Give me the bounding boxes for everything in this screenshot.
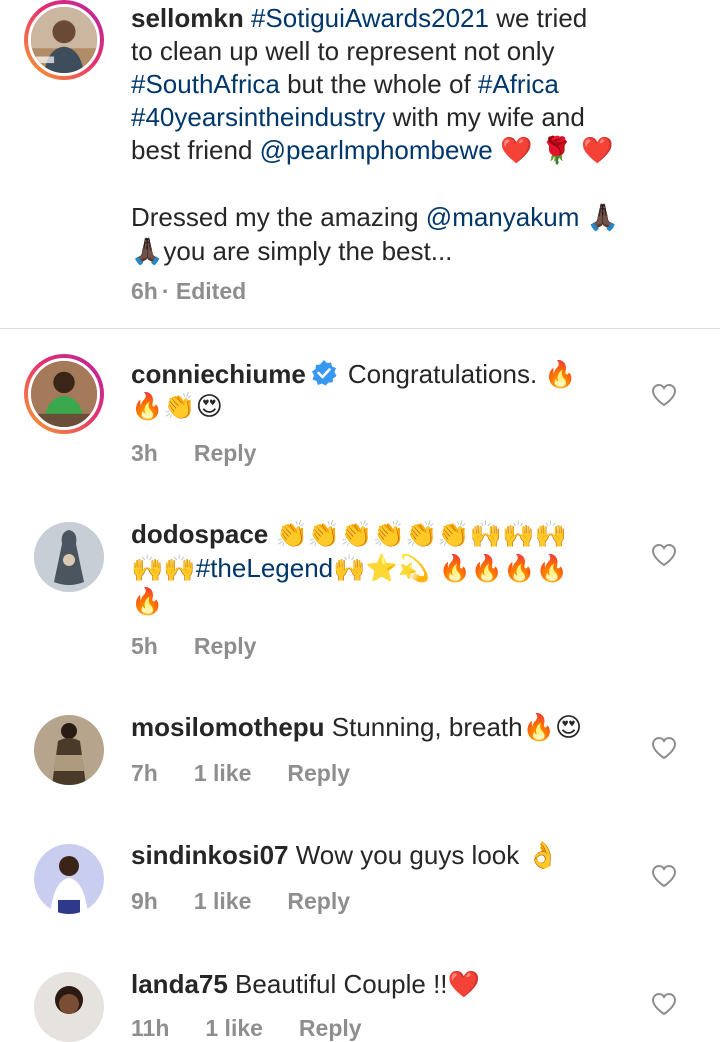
avatar-photo [31,7,97,73]
mention-pearlmphombewe[interactable]: @pearlmphombewe [260,135,493,165]
comment-emoji: 🙌⭐💫 🔥🔥🔥🔥 [333,554,569,584]
caption-segment: Dressed my the amazing [131,202,426,232]
comment-likes[interactable]: 1 like [194,888,252,914]
hashtag-sotiguiawards[interactable]: #SotiguiAwards2021 [251,3,489,33]
comment-emoji-line: 🔥👏😍 [131,392,223,422]
hashtag-40years[interactable]: #40yearsintheindustry [131,102,385,132]
comment-emoji-line: 👏👏👏👏👏👏🙌🙌🙌 [275,520,567,550]
comment-meta: 7h 1 like Reply [131,760,386,787]
comment-time: 7h [131,760,158,786]
post-author-username[interactable]: sellomkn [131,3,244,33]
commenter-avatar[interactable] [24,354,104,434]
avatar-photo [34,972,104,1042]
caption-segment: you are simply the best... [163,236,453,266]
commenter-avatar[interactable] [34,972,104,1042]
comment-meta: 11h 1 like Reply [131,1015,398,1042]
hashtag-thelegend[interactable]: #theLegend [196,553,333,583]
hashtag-southafrica[interactable]: #SouthAfrica [131,69,280,99]
commenter-username[interactable]: mosilomothepu [131,712,325,742]
heart-outline-icon[interactable] [651,383,677,407]
comment-emoji-line: 🔥 [131,587,164,617]
caption-segment: best friend [131,135,260,165]
caption-segment: but the whole of [279,69,478,99]
comment-meta: 5h Reply [131,633,292,660]
avatar-photo [31,361,97,427]
mention-manyakum[interactable]: @manyakum [426,202,580,232]
divider [0,328,720,329]
commenter-username[interactable]: conniechiume [131,359,306,389]
reply-button[interactable]: Reply [287,888,350,914]
heart-outline-icon[interactable] [651,864,677,888]
caption-text: sellomkn #SotiguiAwards2021 we tried to … [131,2,711,269]
comment-text: Congratulations. 🔥 [347,359,577,389]
comment-likes[interactable]: 1 like [194,760,252,786]
comment-text: Beautiful Couple !!❤️ [227,969,480,999]
comment-text: Stunning, breath🔥😍 [324,712,583,742]
heart-outline-icon[interactable] [651,736,677,760]
avatar-photo [34,522,104,592]
comment-time: 11h [131,1015,170,1041]
comment-meta: 3h Reply [131,440,292,467]
commenter-avatar[interactable] [34,844,104,914]
comment-emoji: 🙌🙌 [131,554,196,584]
post-meta: 6h · Edited [131,278,282,305]
emoji-pray: 🙏🏿 [131,237,164,267]
comment-text: Wow you guys look 👌 [288,840,559,870]
verified-badge-icon [310,359,338,387]
reply-button[interactable]: Reply [194,633,257,659]
post-caption: sellomkn #SotiguiAwards2021 we tried to … [0,0,720,330]
emoji-pray: 🙏🏿 [586,203,619,233]
comment-time: 3h [131,440,158,466]
commenter-username[interactable]: landa75 [131,969,228,999]
comment-time: 9h [131,888,158,914]
caption-line: to clean up well to represent not only [131,36,555,66]
comment-time: 5h [131,633,158,659]
avatar-photo [34,844,104,914]
comment-likes[interactable]: 1 like [205,1015,263,1041]
reply-button[interactable]: Reply [287,760,350,786]
avatar-photo [34,715,104,785]
hashtag-africa[interactable]: #Africa [478,69,559,99]
post-author-avatar[interactable] [24,0,104,80]
commenter-avatar[interactable] [34,715,104,785]
post-time: 6h [131,278,158,304]
heart-outline-icon[interactable] [651,992,677,1016]
comment-meta: 9h 1 like Reply [131,888,386,915]
commenter-username[interactable]: dodospace [131,519,268,549]
reply-button[interactable]: Reply [299,1015,362,1041]
emoji-hearts-rose: ❤️ 🌹 ❤️ [499,136,614,166]
commenter-username[interactable]: sindinkosi07 [131,840,289,870]
commenter-avatar[interactable] [34,522,104,592]
reply-button[interactable]: Reply [194,440,257,466]
caption-segment: with my wife and [385,102,585,132]
heart-outline-icon[interactable] [651,543,677,567]
post-edited: · Edited [161,278,247,304]
caption-segment: we tried [488,3,588,33]
